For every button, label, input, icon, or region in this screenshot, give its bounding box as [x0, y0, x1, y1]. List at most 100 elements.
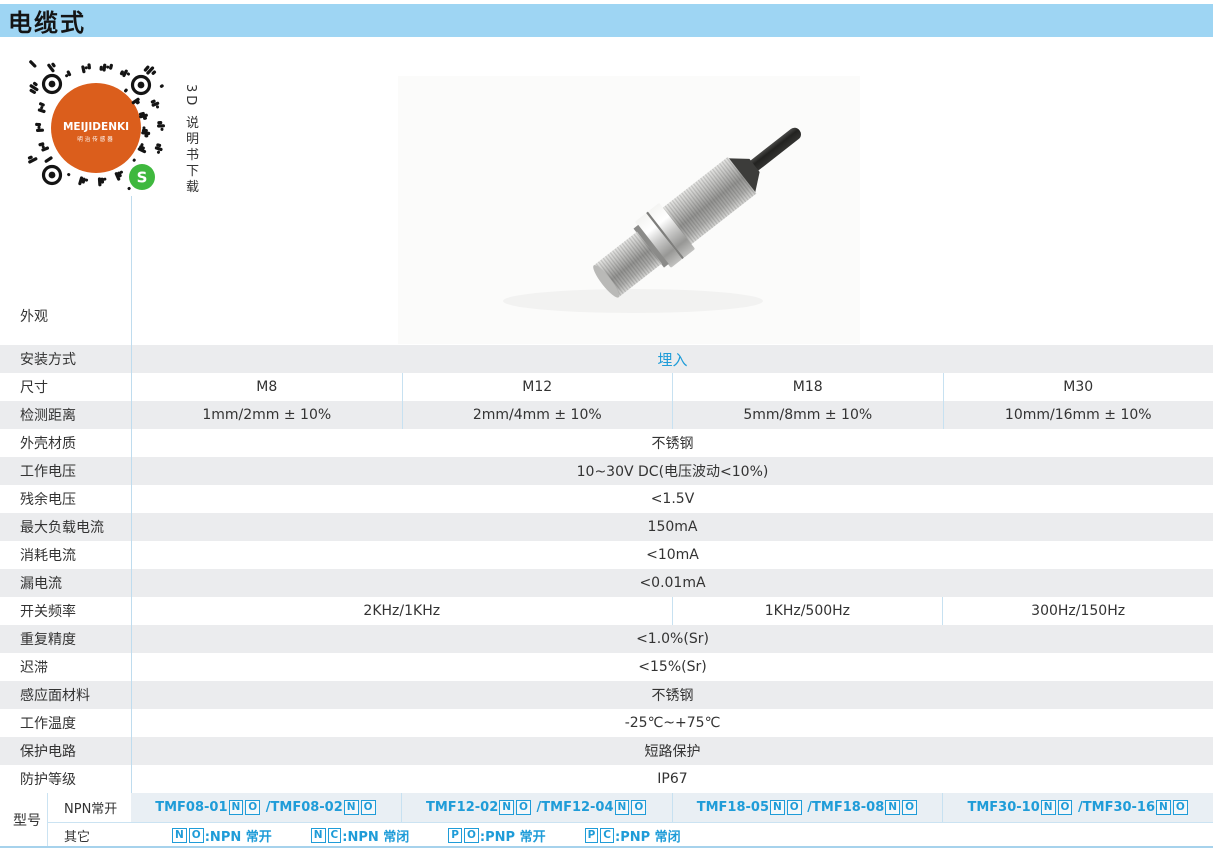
spec-value: 10mm/16mm ± 10%	[943, 401, 1213, 429]
model-code-box: N	[1156, 800, 1171, 815]
spec-row-label: 工作温度	[0, 709, 131, 737]
spec-row-8: 漏电流<0.01mA	[0, 569, 1213, 597]
spec-row-label: 残余电压	[0, 485, 131, 513]
spec-row-values: 不锈钢	[131, 429, 1213, 457]
model-number-text: /TMF12-04	[532, 800, 614, 815]
spec-row-label: 漏电流	[0, 569, 131, 597]
model-code-box: O	[1058, 800, 1073, 815]
svg-text:S: S	[137, 169, 148, 187]
legend-item: NC:NPN 常闭	[310, 826, 410, 845]
model-label-divider	[47, 793, 48, 846]
spec-row-values: 1mm/2mm ± 10%2mm/4mm ± 10%5mm/8mm ± 10%1…	[131, 401, 1213, 429]
spec-value: <10mA	[132, 541, 1213, 569]
spec-value: 不锈钢	[132, 429, 1213, 457]
spec-value: 不锈钢	[132, 681, 1213, 709]
spec-row-label: 检测距离	[0, 401, 131, 429]
spec-row-label: 工作电压	[0, 457, 131, 485]
spec-value: 300Hz/150Hz	[942, 597, 1213, 625]
spec-row-values: 2KHz/1KHz1KHz/500Hz300Hz/150Hz	[131, 597, 1213, 625]
page-title: 电缆式	[8, 3, 86, 38]
row-label-appearance: 外观	[20, 306, 48, 326]
model-number: TMF30-10NO /TMF30-16NO	[942, 793, 1213, 822]
model-number: TMF12-02NO /TMF12-04NO	[401, 793, 672, 822]
spec-row-values: 10~30V DC(电压波动<10%)	[131, 457, 1213, 485]
model-row-other: 其它 NO:NPN 常开NC:NPN 常闭PO:PNP 常开PC:PNP 常闭	[48, 822, 1213, 847]
legend-item: NO:NPN 常开	[171, 826, 272, 845]
spec-value: 埋入	[132, 345, 1213, 373]
spec-row-label: 开关频率	[0, 597, 131, 625]
spec-row-label: 安装方式	[0, 345, 131, 373]
section-header-bar: 电缆式	[0, 4, 1213, 37]
spec-row-5: 残余电压<1.5V	[0, 485, 1213, 513]
model-code-box: N	[1041, 800, 1056, 815]
model-code-box: N	[499, 800, 514, 815]
model-code-box: N	[885, 800, 900, 815]
label-column-divider	[131, 196, 132, 345]
qr-code: MEIJIDENKI 明治传感器 S	[23, 56, 169, 195]
spec-row-label: 尺寸	[0, 373, 131, 401]
spec-row-values: 埋入	[131, 345, 1213, 373]
spec-row-label: 消耗电流	[0, 541, 131, 569]
model-row-npn: NPN常开 TMF08-01NO /TMF08-02NOTMF12-02NO /…	[48, 793, 1213, 822]
model-number-text: TMF18-05	[697, 800, 769, 815]
model-code-box: N	[615, 800, 630, 815]
spec-row-12: 感应面材料不锈钢	[0, 681, 1213, 709]
spec-value: 5mm/8mm ± 10%	[672, 401, 943, 429]
bottom-divider	[0, 846, 1213, 848]
spec-row-values: M8M12M18M30	[131, 373, 1213, 401]
model-code-box: N	[344, 800, 359, 815]
spec-row-label: 外壳材质	[0, 429, 131, 457]
model-code-box: O	[464, 828, 479, 843]
model-code-legend: NO:NPN 常开 NC:NPN 常闭 PO:PNP 常开P C :PNP 常闭	[131, 823, 1213, 847]
spec-row-values: 短路保护	[131, 737, 1213, 765]
spec-row-values: <10mA	[131, 541, 1213, 569]
spec-value: M18	[672, 373, 943, 401]
spec-value: 10~30V DC(电压波动<10%)	[132, 457, 1213, 485]
spec-row-values: 不锈钢	[131, 681, 1213, 709]
sensor-image	[398, 76, 860, 344]
spec-row-2: 检测距离1mm/2mm ± 10%2mm/4mm ± 10%5mm/8mm ± …	[0, 401, 1213, 429]
spec-row-values: -25℃~+75℃	[131, 709, 1213, 737]
model-code-box: P	[448, 828, 462, 843]
spec-row-label: 保护电路	[0, 737, 131, 765]
model-code-box: N	[229, 800, 244, 815]
spec-value: 150mA	[132, 513, 1213, 541]
qr-brand-subtext: 明治传感器	[77, 135, 115, 143]
legend-text: :NPN 常闭	[342, 826, 409, 845]
spec-value: 2KHz/1KHz	[132, 597, 672, 625]
spec-row-6: 最大负载电流150mA	[0, 513, 1213, 541]
model-code-box: N	[770, 800, 785, 815]
model-number-text: TMF12-02	[426, 800, 498, 815]
spec-value: 短路保护	[132, 737, 1213, 765]
spec-row-14: 保护电路短路保护	[0, 737, 1213, 765]
legend-text: :PNP 常闭	[615, 826, 681, 845]
spec-value: <1.5V	[132, 485, 1213, 513]
spec-value: -25℃~+75℃	[132, 709, 1213, 737]
model-row-label: 型号	[0, 793, 47, 846]
spec-row-values: <15%(Sr)	[131, 653, 1213, 681]
model-number-cells: TMF08-01NO /TMF08-02NOTMF12-02NO /TMF12-…	[131, 793, 1213, 822]
qr-brand-text: MEIJIDENKI	[63, 121, 129, 133]
spec-row-label: 防护等级	[0, 765, 131, 793]
qr-caption: 3D 说明书下载	[181, 84, 200, 195]
model-number-text: TMF30-10	[967, 800, 1039, 815]
datasheet-page: 电缆式 MEIJIDENKI 明治传感器 S 3D 说明书下载	[0, 0, 1213, 849]
model-code-box: O	[361, 800, 376, 815]
spec-row-10: 重复精度<1.0%(Sr)	[0, 625, 1213, 653]
qr-dot	[157, 124, 165, 127]
product-photo	[398, 76, 860, 344]
spec-row-values: IP67	[131, 765, 1213, 793]
spec-value: 1mm/2mm ± 10%	[132, 401, 402, 429]
model-code-box: C	[328, 828, 342, 843]
model-code-box: O	[1173, 800, 1188, 815]
spec-value: <0.01mA	[132, 569, 1213, 597]
spec-value: 1KHz/500Hz	[672, 597, 943, 625]
model-number-text: /TMF30-16	[1073, 800, 1155, 815]
legend-item: PO:PNP 常开	[447, 826, 545, 845]
model-code-box: O	[902, 800, 917, 815]
spec-row-1: 尺寸M8M12M18M30	[0, 373, 1213, 401]
model-code-box: O	[189, 828, 204, 843]
spec-row-0: 安装方式埋入	[0, 345, 1213, 373]
spec-value: M12	[402, 373, 673, 401]
spec-row-13: 工作温度-25℃~+75℃	[0, 709, 1213, 737]
